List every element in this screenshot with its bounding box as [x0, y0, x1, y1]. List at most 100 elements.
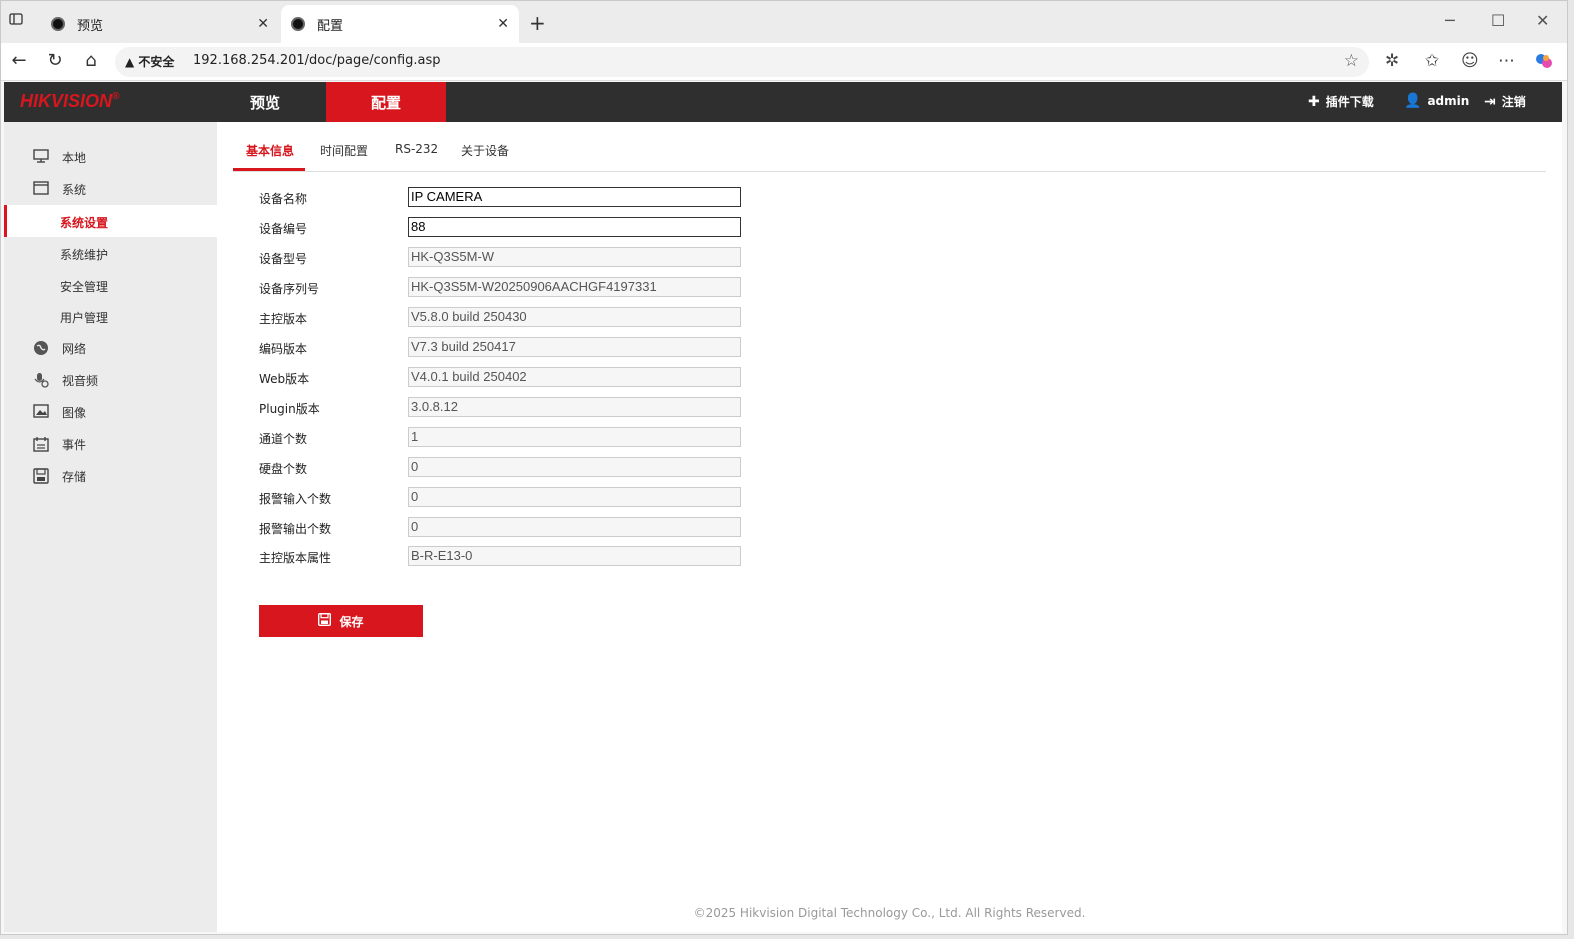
puzzle-icon: ✚: [1308, 93, 1320, 110]
sidebar-item-network[interactable]: 网络: [4, 332, 217, 364]
sidebar-sub-system-settings[interactable]: 系统设置: [4, 205, 217, 237]
url-text[interactable]: 192.168.254.201/doc/page/config.asp: [193, 53, 441, 68]
image-icon: [32, 404, 50, 420]
sidebar-item-label: 系统: [62, 182, 87, 197]
firmware-attribute-field: B-R-E13-0: [408, 546, 741, 566]
nav-config[interactable]: 配置: [326, 82, 446, 122]
copyright-footer: ©2025 Hikvision Digital Technology Co., …: [693, 906, 1086, 920]
sidebar-item-system[interactable]: 系统: [4, 173, 217, 205]
tab-actions-icon[interactable]: [9, 11, 31, 33]
sidebar: 本地 系统 系统设置 系统维护 安全管理 用户管理 网络 视音频 图像 事件 存…: [4, 122, 217, 932]
window-close-icon[interactable]: ✕: [1536, 11, 1549, 30]
window-icon: [32, 181, 50, 197]
logout-link[interactable]: ⇥ 注销: [1484, 93, 1526, 110]
back-icon[interactable]: ←: [7, 50, 31, 71]
field-label: 通道个数: [259, 432, 308, 446]
tab-label: 预览: [77, 18, 104, 34]
user-icon: 👤: [1404, 93, 1422, 109]
plugin-download-label: 插件下载: [1325, 95, 1374, 109]
device-model-field: HK-Q3S5M-W: [408, 247, 741, 267]
sidebar-item-event[interactable]: 事件: [4, 428, 217, 460]
sidebar-sub-security[interactable]: 安全管理: [4, 269, 217, 301]
field-encoding-version: 编码版本 V7.3 build 250417: [259, 337, 779, 357]
save-icon: [318, 612, 332, 630]
new-tab-button[interactable]: +: [529, 11, 546, 35]
web-version-field: V4.0.1 build 250402: [408, 367, 741, 387]
tab-strip: 预览 ✕ 配置 ✕ + ─ ☐ ✕: [1, 1, 1567, 43]
user-menu[interactable]: 👤 admin: [1404, 93, 1469, 109]
hdd-count-field: 0: [408, 457, 741, 477]
sidebar-item-label: 存储: [62, 469, 87, 484]
field-label: 设备型号: [259, 252, 308, 266]
copilot-icon[interactable]: [1534, 51, 1554, 76]
field-alarm-output-count: 报警输出个数 0: [259, 517, 779, 537]
sidebar-item-label: 图像: [62, 405, 87, 420]
calendar-icon: [32, 436, 50, 452]
monitor-icon: [32, 149, 50, 165]
browser-tab-config[interactable]: 配置 ✕: [281, 5, 519, 43]
device-name-input[interactable]: IP CAMERA: [408, 187, 741, 207]
sidebar-item-label: 本地: [62, 150, 87, 165]
field-label: Plugin版本: [259, 402, 320, 416]
save-button[interactable]: 保存: [259, 605, 423, 637]
sidebar-sub-label: 用户管理: [60, 311, 109, 325]
browser-window: 预览 ✕ 配置 ✕ + ─ ☐ ✕ ← ↻ ⌂ ▲ 不安全 192.168.25…: [0, 0, 1568, 935]
field-device-number: 设备编号 88: [259, 217, 779, 237]
globe-icon: [32, 340, 50, 356]
device-number-input[interactable]: 88: [408, 217, 741, 237]
active-tab-underline: [233, 168, 305, 171]
field-serial-number: 设备序列号 HK-Q3S5M-W20250906AACHGF4197331: [259, 277, 779, 297]
close-icon[interactable]: ✕: [257, 16, 269, 32]
serial-number-field: HK-Q3S5M-W20250906AACHGF4197331: [408, 277, 741, 297]
firmware-version-field: V5.8.0 build 250430: [408, 307, 741, 327]
sidebar-sub-label: 系统设置: [60, 216, 109, 230]
minimize-icon[interactable]: ─: [1445, 11, 1455, 30]
profile-avatar-icon[interactable]: ☺: [1461, 51, 1479, 71]
field-label: 设备名称: [259, 192, 308, 206]
microphone-icon: [32, 372, 50, 388]
sidebar-sub-user-management[interactable]: 用户管理: [4, 300, 217, 332]
alarm-input-count-field: 0: [408, 487, 741, 507]
sidebar-item-image[interactable]: 图像: [4, 396, 217, 428]
field-device-name: 设备名称 IP CAMERA: [259, 187, 779, 207]
field-label: 主控版本: [259, 312, 308, 326]
sidebar-sub-system-maintenance[interactable]: 系统维护: [4, 237, 217, 269]
sidebar-item-label: 网络: [62, 341, 87, 356]
extensions-icon[interactable]: ✲: [1385, 51, 1399, 71]
tab-basic-info[interactable]: 基本信息: [246, 142, 294, 159]
logo-registered-mark: ®: [112, 91, 120, 102]
sidebar-sub-label: 安全管理: [60, 280, 109, 294]
address-bar[interactable]: ▲ 不安全 192.168.254.201/doc/page/config.as…: [115, 47, 1369, 77]
tab-time-settings[interactable]: 时间配置: [320, 142, 368, 159]
sidebar-item-label: 视音频: [62, 373, 99, 388]
plugin-version-field: 3.0.8.12: [408, 397, 741, 417]
logout-icon: ⇥: [1484, 93, 1496, 110]
tab-rs232[interactable]: RS-232: [395, 142, 438, 156]
tab-about-device[interactable]: 关于设备: [461, 142, 509, 159]
security-indicator[interactable]: ▲ 不安全: [125, 53, 174, 70]
sidebar-item-audio-video[interactable]: 视音频: [4, 364, 217, 396]
user-label: admin: [1427, 94, 1470, 108]
more-menu-icon[interactable]: ⋯: [1498, 51, 1515, 71]
plugin-download-link[interactable]: ✚ 插件下载: [1308, 93, 1374, 110]
field-label: 设备编号: [259, 222, 308, 236]
nav-preview[interactable]: 预览: [205, 82, 325, 122]
favorites-icon[interactable]: ✩: [1425, 51, 1439, 71]
logout-label: 注销: [1501, 95, 1526, 109]
favorite-star-icon[interactable]: ☆: [1344, 51, 1359, 71]
sidebar-item-storage[interactable]: 存储: [4, 460, 217, 492]
field-alarm-input-count: 报警输入个数 0: [259, 487, 779, 507]
encoding-version-field: V7.3 build 250417: [408, 337, 741, 357]
sidebar-item-local[interactable]: 本地: [4, 141, 217, 173]
reload-icon[interactable]: ↻: [43, 50, 67, 71]
maximize-icon[interactable]: ☐: [1491, 11, 1505, 30]
close-icon[interactable]: ✕: [497, 16, 509, 32]
field-label: 主控版本属性: [259, 551, 332, 565]
field-label: Web版本: [259, 372, 310, 386]
config-subtabs: 基本信息 时间配置 RS-232 关于设备: [233, 122, 1546, 172]
logo-text: HIKVISION: [20, 91, 113, 111]
field-plugin-version: Plugin版本 3.0.8.12: [259, 397, 779, 417]
field-firmware-version: 主控版本 V5.8.0 build 250430: [259, 307, 779, 327]
browser-tab-preview[interactable]: 预览 ✕: [41, 5, 279, 43]
home-icon[interactable]: ⌂: [79, 50, 103, 71]
